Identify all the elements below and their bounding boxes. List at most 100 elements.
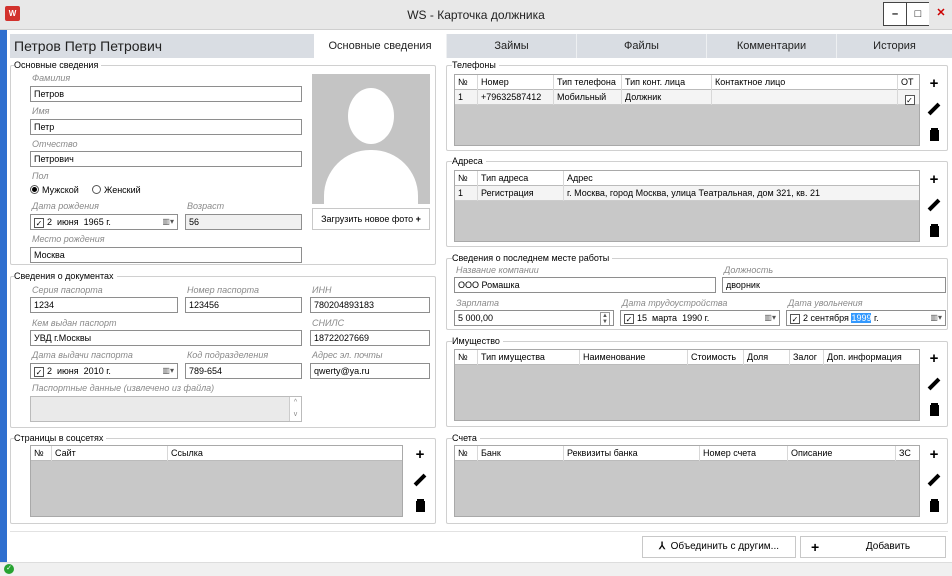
- column-header[interactable]: Описание: [787, 446, 895, 461]
- issue-date-label: Дата выдачи паспорта: [32, 350, 133, 360]
- phones-table[interactable]: № Номер Тип телефона Тип конт. лица Конт…: [454, 74, 920, 146]
- fire-year-suffix: г.: [871, 313, 879, 323]
- position-field[interactable]: дворник: [722, 277, 946, 293]
- last-name-field[interactable]: Петров: [30, 86, 302, 102]
- salary-label: Зарплата: [456, 298, 499, 308]
- add-account-button[interactable]: +: [925, 446, 943, 464]
- edit-property-button[interactable]: [925, 375, 943, 393]
- column-header[interactable]: №: [455, 446, 477, 461]
- trash-icon: [929, 405, 939, 416]
- birth-date-picker[interactable]: ✓ 2 июня 1965 г. ▥▾: [30, 214, 178, 230]
- add-phone-button[interactable]: +: [925, 75, 943, 93]
- column-header[interactable]: Залог: [789, 350, 823, 365]
- table-cell: +79632587412: [477, 90, 553, 105]
- spinner-icon[interactable]: ▲ ▼: [600, 312, 610, 325]
- delete-phone-button[interactable]: [925, 126, 943, 144]
- column-header[interactable]: Тип конт. лица: [621, 75, 711, 90]
- addresses-table[interactable]: № Тип адреса Адрес 1 Регистрация г. Моск…: [454, 170, 920, 242]
- property-table[interactable]: № Тип имущества Наименование Стоимость Д…: [454, 349, 920, 421]
- gender-male-radio[interactable]: Мужской: [30, 185, 79, 195]
- patronymic-field[interactable]: Петрович: [30, 151, 302, 167]
- calendar-dropdown-icon[interactable]: ▥▾: [162, 364, 174, 378]
- birth-year: 1965 г.: [83, 217, 111, 227]
- column-header[interactable]: №: [455, 171, 477, 186]
- add-address-button[interactable]: +: [925, 171, 943, 189]
- issue-date-checkbox[interactable]: ✓: [34, 367, 44, 377]
- column-header[interactable]: Номер счета: [699, 446, 787, 461]
- column-header[interactable]: Доп. информация: [823, 350, 919, 365]
- column-header[interactable]: Номер: [477, 75, 553, 90]
- edit-account-button[interactable]: [925, 471, 943, 489]
- birthplace-field[interactable]: Москва: [30, 247, 302, 263]
- accounts-table[interactable]: № Банк Реквизиты банка Номер счета Описа…: [454, 445, 920, 517]
- passport-data-field[interactable]: ^ v: [30, 396, 302, 422]
- add-button[interactable]: + Добавить: [800, 536, 946, 558]
- column-header[interactable]: Ссылка: [167, 446, 402, 461]
- column-header[interactable]: Тип имущества: [477, 350, 579, 365]
- close-button[interactable]: ✕: [929, 2, 952, 26]
- column-header[interactable]: №: [455, 75, 477, 90]
- first-name-field[interactable]: Петр: [30, 119, 302, 135]
- social-table[interactable]: № Сайт Ссылка: [30, 445, 403, 517]
- passport-number-field[interactable]: 123456: [185, 297, 302, 313]
- column-header[interactable]: Банк: [477, 446, 563, 461]
- company-field[interactable]: ООО Ромашка: [454, 277, 716, 293]
- maximize-button[interactable]: □: [906, 2, 930, 26]
- gender-female-radio[interactable]: Женский: [92, 185, 141, 195]
- hire-date-checkbox[interactable]: ✓: [624, 314, 634, 324]
- scroll-arrows-icon[interactable]: ^ v: [289, 397, 301, 421]
- email-field[interactable]: qwerty@ya.ru: [310, 363, 430, 379]
- column-header[interactable]: Контактное лицо: [711, 75, 897, 90]
- delete-address-button[interactable]: [925, 222, 943, 240]
- column-header[interactable]: Тип телефона: [553, 75, 621, 90]
- passport-data-label: Паспортные данные (извлечено из файла): [32, 383, 215, 393]
- salary-field[interactable]: 5 000,00 ▲ ▼: [454, 310, 614, 326]
- division-code-field[interactable]: 789-654: [185, 363, 302, 379]
- edit-phone-button[interactable]: [925, 100, 943, 118]
- column-header[interactable]: Стоимость: [687, 350, 743, 365]
- tab-comments[interactable]: Комментарии: [706, 34, 836, 58]
- accounts-table-header: № Банк Реквизиты банка Номер счета Описа…: [455, 446, 919, 461]
- delete-property-button[interactable]: [925, 401, 943, 419]
- calendar-dropdown-icon[interactable]: ▥▾: [764, 311, 776, 325]
- column-header[interactable]: Реквизиты банка: [563, 446, 699, 461]
- column-header[interactable]: Тип адреса: [477, 171, 563, 186]
- column-header[interactable]: ОТ: [897, 75, 919, 90]
- checkbox-checked-icon[interactable]: ✓: [904, 95, 915, 105]
- edit-social-button[interactable]: [411, 471, 429, 489]
- calendar-dropdown-icon[interactable]: ▥▾: [930, 311, 942, 325]
- table-row[interactable]: 1 +79632587412 Мобильный Должник ✓: [455, 90, 919, 105]
- minimize-button[interactable]: –: [883, 2, 907, 26]
- table-row[interactable]: 1 Регистрация г. Москва, город Москва, у…: [455, 186, 919, 201]
- delete-account-button[interactable]: [925, 497, 943, 515]
- edit-address-button[interactable]: [925, 196, 943, 214]
- fire-date-picker[interactable]: ✓ 2 сентября 1999 г. ▥▾: [786, 310, 946, 326]
- column-header[interactable]: Доля: [743, 350, 789, 365]
- fire-date-checkbox[interactable]: ✓: [790, 314, 800, 324]
- column-header[interactable]: Сайт: [51, 446, 167, 461]
- column-header[interactable]: №: [31, 446, 51, 461]
- merge-button[interactable]: ⅄ Объединить с другим...: [642, 536, 796, 558]
- inn-field[interactable]: 780204893183: [310, 297, 430, 313]
- column-header[interactable]: Адрес: [563, 171, 919, 186]
- hire-date-picker[interactable]: ✓ 15 марта 1990 г. ▥▾: [620, 310, 780, 326]
- property-table-header: № Тип имущества Наименование Стоимость Д…: [455, 350, 919, 365]
- column-header[interactable]: №: [455, 350, 477, 365]
- tab-files[interactable]: Файлы: [576, 34, 706, 58]
- tab-basic-info[interactable]: Основные сведения: [314, 34, 446, 58]
- column-header[interactable]: Наименование: [579, 350, 687, 365]
- tab-history[interactable]: История: [836, 34, 952, 58]
- issued-by-field[interactable]: УВД г.Москвы: [30, 330, 302, 346]
- upload-photo-button[interactable]: Загрузить новое фото +: [312, 208, 430, 230]
- tab-loans[interactable]: Займы: [446, 34, 576, 58]
- calendar-dropdown-icon[interactable]: ▥▾: [162, 215, 174, 229]
- issue-date-picker[interactable]: ✓ 2 июня 2010 г. ▥▾: [30, 363, 178, 379]
- snils-field[interactable]: 18722027669: [310, 330, 430, 346]
- add-property-button[interactable]: +: [925, 350, 943, 368]
- accounts-title: Счета: [452, 433, 480, 443]
- add-social-button[interactable]: +: [411, 446, 429, 464]
- birth-date-checkbox[interactable]: ✓: [34, 218, 44, 228]
- column-header[interactable]: ЗС: [895, 446, 919, 461]
- delete-social-button[interactable]: [411, 497, 429, 515]
- passport-series-field[interactable]: 1234: [30, 297, 178, 313]
